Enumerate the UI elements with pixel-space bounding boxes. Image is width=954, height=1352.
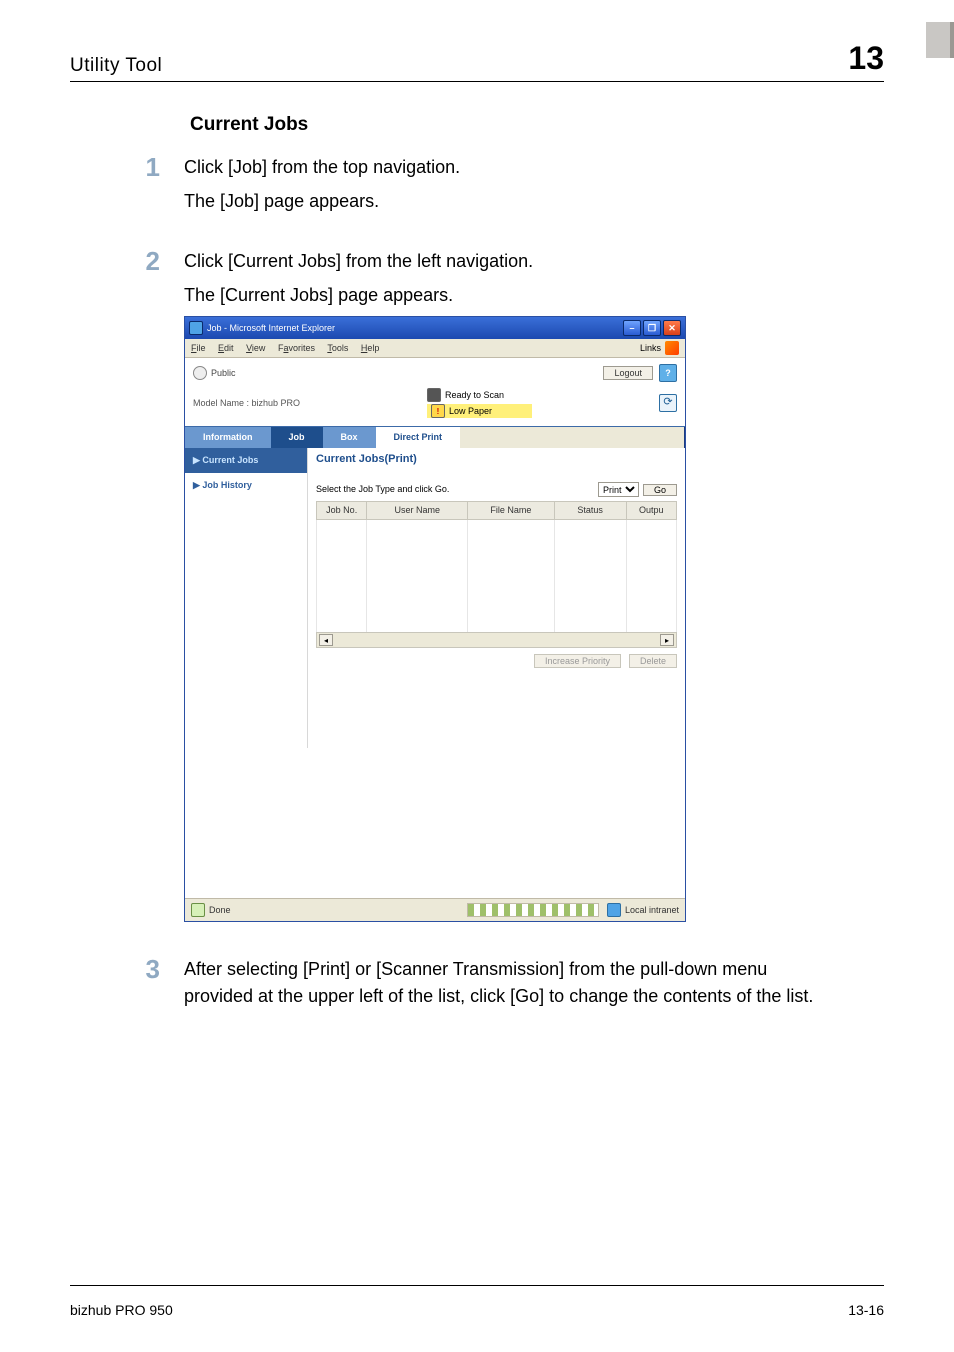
footer-page: 13-16 xyxy=(848,1302,884,1318)
steps-list: 1 Click [Job] from the top navigation. T… xyxy=(70,154,884,1017)
maximize-button[interactable]: ❐ xyxy=(643,320,661,336)
step-text: The [Current Jobs] page appears. xyxy=(184,282,686,308)
ie-titlebar: Job - Microsoft Internet Explorer – ❐ ✕ xyxy=(185,317,685,339)
step-body: After selecting [Print] or [Scanner Tran… xyxy=(184,956,824,1016)
model-name: Model Name : bizhub PRO xyxy=(193,397,300,410)
step-1: 1 Click [Job] from the top navigation. T… xyxy=(70,154,884,222)
jobs-table: Job No. User Name File Name Status Outpu xyxy=(316,501,677,632)
top-nav: Information Job Box Direct Print xyxy=(185,426,685,448)
go-button[interactable]: Go xyxy=(643,484,677,496)
menu-help[interactable]: Help xyxy=(361,343,380,353)
step-text: Click [Current Jobs] from the left navig… xyxy=(184,248,686,274)
content-pane: Current Jobs(Print) Select the Job Type … xyxy=(308,448,685,748)
header-title: Utility Tool xyxy=(70,55,162,77)
logout-button[interactable]: Logout xyxy=(603,366,653,380)
section-title: Current Jobs xyxy=(190,114,884,136)
links-label: Links xyxy=(640,342,661,355)
menu-view[interactable]: View xyxy=(246,343,265,353)
table-header-row: Job No. User Name File Name Status Outpu xyxy=(317,502,677,520)
status-text: Ready to Scan xyxy=(445,389,504,402)
screenshot: Job - Microsoft Internet Explorer – ❐ ✕ … xyxy=(184,316,686,922)
step-2: 2 Click [Current Jobs] from the left nav… xyxy=(70,248,884,930)
col-output: Outpu xyxy=(626,502,676,520)
step-body: Click [Current Jobs] from the left navig… xyxy=(184,248,686,930)
done-icon xyxy=(191,903,205,917)
step-number: 2 xyxy=(70,248,160,930)
step-text: The [Job] page appears. xyxy=(184,188,460,214)
menu-tools[interactable]: Tools xyxy=(327,343,348,353)
status-low-paper: Low Paper xyxy=(427,404,532,418)
scroll-right-button[interactable]: ▸ xyxy=(660,634,674,646)
tab-direct-print[interactable]: Direct Print xyxy=(376,427,461,448)
ie-window: Job - Microsoft Internet Explorer – ❐ ✕ … xyxy=(184,316,686,922)
refresh-button[interactable]: ⟳ xyxy=(659,394,677,412)
step-text: Click [Job] from the top navigation. xyxy=(184,154,460,180)
content-empty-area xyxy=(185,748,685,898)
ie-menubar: FFileile Edit View Favorites Tools Help … xyxy=(185,339,685,358)
step-number: 1 xyxy=(70,154,160,222)
window-title: Job - Microsoft Internet Explorer xyxy=(207,322,335,335)
status-done-text: Done xyxy=(209,904,231,917)
select-instruction: Select the Job Type and click Go. xyxy=(316,483,449,496)
warning-icon xyxy=(431,404,445,418)
help-icon[interactable]: ? xyxy=(659,364,677,382)
sidebar-item-job-history[interactable]: ▶ Job History xyxy=(185,473,307,498)
user-indicator: Public xyxy=(193,366,236,380)
ie-status-bar: Done Local intranet xyxy=(185,898,685,921)
menu-file[interactable]: FFileile xyxy=(191,343,206,353)
zone-label: Local intranet xyxy=(625,904,679,917)
increase-priority-button[interactable]: Increase Priority xyxy=(534,654,621,668)
menu-favorites[interactable]: Favorites xyxy=(278,343,315,353)
header-page-number: 13 xyxy=(848,40,884,77)
header-rule xyxy=(70,81,884,82)
step-body: Click [Job] from the top navigation. The… xyxy=(184,154,460,222)
col-status: Status xyxy=(554,502,626,520)
table-empty-row xyxy=(317,520,677,633)
progress-bar xyxy=(467,903,599,917)
step-3: 3 After selecting [Print] or [Scanner Tr… xyxy=(70,956,884,1016)
tab-information[interactable]: Information xyxy=(185,427,271,448)
job-type-select[interactable]: Print xyxy=(598,482,639,497)
scroll-left-button[interactable]: ◂ xyxy=(319,634,333,646)
col-job-no: Job No. xyxy=(317,502,367,520)
col-file-name: File Name xyxy=(468,502,554,520)
page-header: Utility Tool 13 xyxy=(70,40,884,77)
horizontal-scrollbar[interactable]: ◂ ▸ xyxy=(316,632,677,648)
app-header: Public Logout ? Model Name : bizhub PRO xyxy=(185,358,685,426)
sidebar-item-current-jobs[interactable]: ▶ Current Jobs xyxy=(185,448,307,473)
close-button[interactable]: ✕ xyxy=(663,320,681,336)
zone-icon xyxy=(607,903,621,917)
user-icon xyxy=(193,366,207,380)
step-text: After selecting [Print] or [Scanner Tran… xyxy=(184,956,824,1008)
page-footer: bizhub PRO 950 13-16 xyxy=(70,1302,884,1318)
page-edge-tab xyxy=(926,22,954,58)
ie-throbber-icon xyxy=(665,341,679,355)
scanner-icon xyxy=(427,388,441,402)
tab-box[interactable]: Box xyxy=(323,427,376,448)
step-number: 3 xyxy=(70,956,160,1016)
footer-rule xyxy=(70,1285,884,1286)
sidebar: ▶ Current Jobs ▶ Job History xyxy=(185,448,308,748)
status-text: Low Paper xyxy=(449,405,492,418)
content-title: Current Jobs(Print) xyxy=(316,452,677,468)
user-label: Public xyxy=(211,367,236,380)
menu-edit[interactable]: Edit xyxy=(218,343,234,353)
col-user-name: User Name xyxy=(367,502,468,520)
footer-model: bizhub PRO 950 xyxy=(70,1302,173,1318)
status-ready: Ready to Scan xyxy=(427,388,532,402)
minimize-button[interactable]: – xyxy=(623,320,641,336)
ie-app-icon xyxy=(189,321,203,335)
tab-job[interactable]: Job xyxy=(271,427,323,448)
delete-button[interactable]: Delete xyxy=(629,654,677,668)
